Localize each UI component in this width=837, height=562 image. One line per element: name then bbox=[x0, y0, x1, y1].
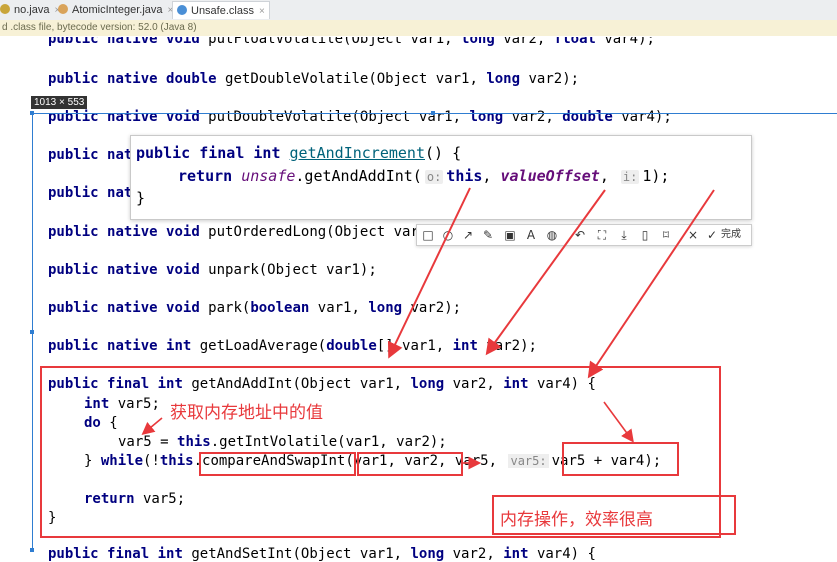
annotation-arrows bbox=[141, 187, 715, 470]
arrow-one bbox=[587, 189, 715, 379]
arrow-this bbox=[387, 187, 471, 359]
arrow-offset bbox=[485, 189, 606, 356]
arrow-get-value bbox=[141, 417, 163, 436]
arrow-var4 bbox=[603, 401, 634, 443]
